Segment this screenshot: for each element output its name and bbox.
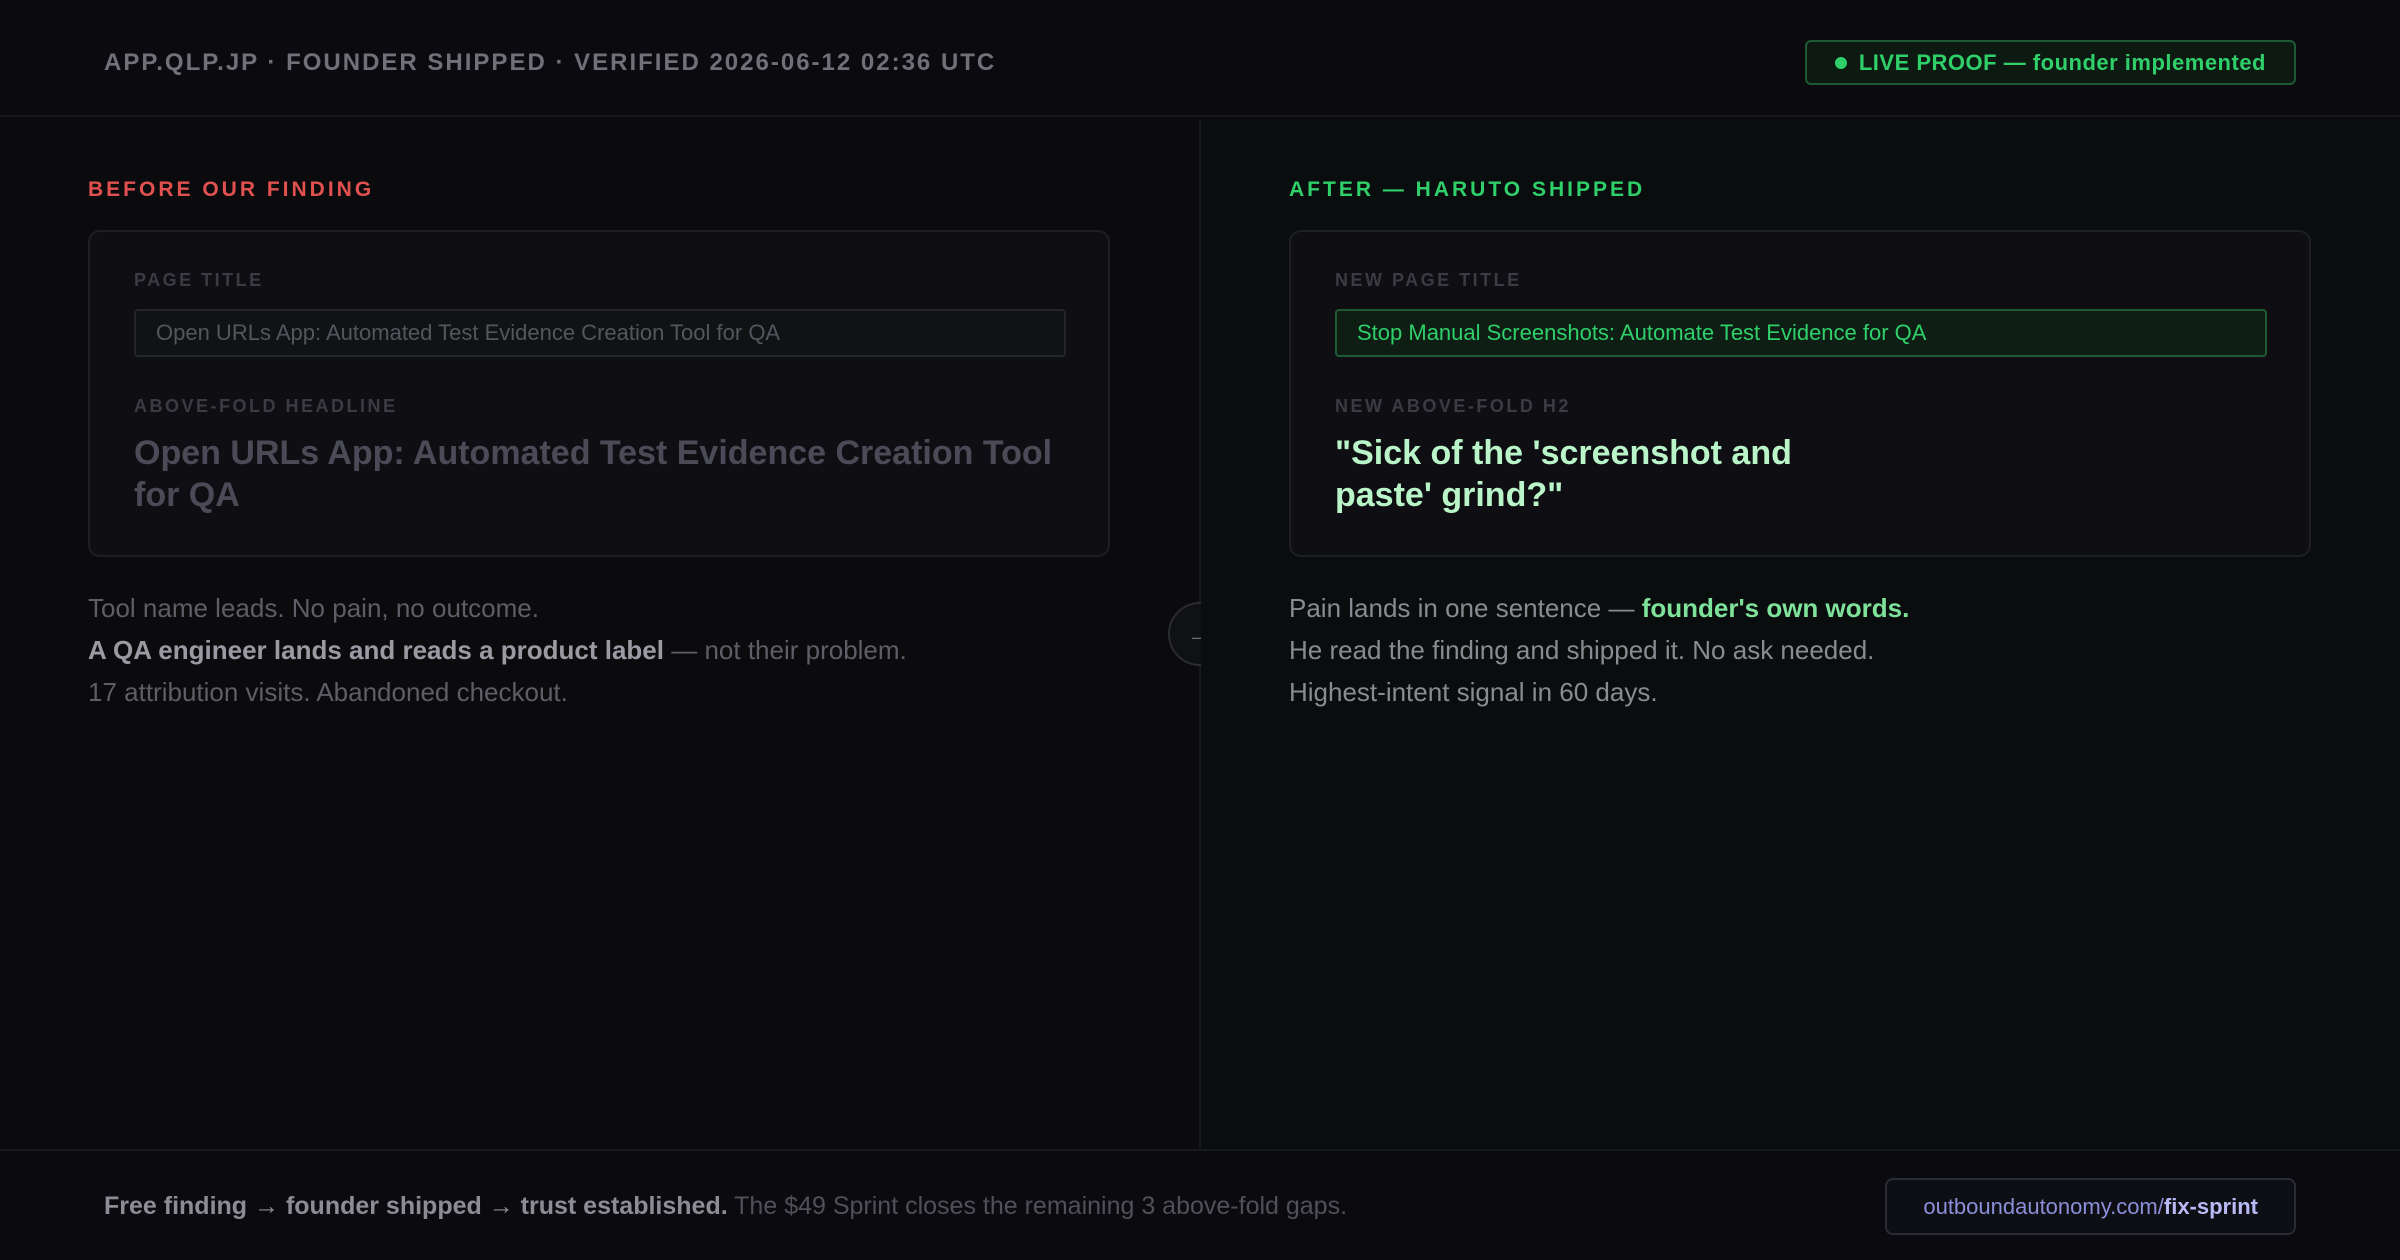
before-note-line-3: 17 attribution visits. Abandoned checkou… [88,677,568,707]
verification-meta: APP.QLP.JP · FOUNDER SHIPPED · VERIFIED … [104,49,997,76]
after-section-label: AFTER — HARUTO SHIPPED [1289,178,1646,201]
new-page-title-label: NEW PAGE TITLE [1335,270,1522,290]
after-note-start: Pain lands in one sentence — [1289,593,1642,623]
above-fold-headline-label: ABOVE-FOLD HEADLINE [134,396,398,416]
after-panel: AFTER — HARUTO SHIPPED NEW PAGE TITLE St… [1201,119,2400,1149]
after-note-line-2: He read the finding and shipped it. No a… [1289,635,1875,665]
before-section-label: BEFORE OUR FINDING [88,178,375,201]
new-page-title-value: Stop Manual Screenshots: Automate Test E… [1335,309,2267,357]
footer-summary-rest: The $49 Sprint closes the remaining 3 ab… [727,1192,1348,1220]
new-headline: "Sick of the 'screenshot and paste' grin… [1335,434,1792,514]
before-note-rest: — not their problem. [664,635,907,665]
old-page-title-value: Open URLs App: Automated Test Evidence C… [134,309,1066,357]
before-panel: BEFORE OUR FINDING PAGE TITLE Open URLs … [0,119,1199,1149]
cta-path: fix-sprint [2163,1193,2258,1219]
old-headline: Open URLs App: Automated Test Evidence C… [134,434,1053,514]
cta-domain: outboundautonomy.com/ [1923,1193,2164,1219]
page-title-label: PAGE TITLE [134,270,264,290]
before-note-line-2: A QA engineer lands and reads a product … [88,629,1128,671]
footer-summary: Free finding → founder shipped → trust e… [104,1192,1347,1221]
live-proof-badge: LIVE PROOF — founder implemented [1804,40,2296,85]
after-notes: Pain lands in one sentence — founder's o… [1289,587,2329,713]
before-note-emphasis: A QA engineer lands and reads a product … [88,635,664,665]
after-card: NEW PAGE TITLE Stop Manual Screenshots: … [1289,230,2311,557]
before-note-line-1: Tool name leads. No pain, no outcome. [88,593,539,623]
footer-bar: Free finding → founder shipped → trust e… [0,1149,2400,1260]
before-card: PAGE TITLE Open URLs App: Automated Test… [88,230,1110,557]
after-note-line-3: Highest-intent signal in 60 days. [1289,677,1658,707]
before-notes: Tool name leads. No pain, no outcome. A … [88,587,1128,713]
new-above-fold-h2-label: NEW ABOVE-FOLD H2 [1335,396,1571,416]
after-note-line-1: Pain lands in one sentence — founder's o… [1289,587,2329,629]
live-status-dot-icon [1834,56,1847,69]
fix-sprint-link[interactable]: outboundautonomy.com/fix-sprint [1885,1178,2296,1235]
after-note-emphasis: founder's own words. [1641,593,1910,623]
live-proof-label: LIVE PROOF — founder implemented [1858,49,2266,75]
footer-summary-bold: Free finding → founder shipped → trust e… [104,1192,728,1220]
header-bar: APP.QLP.JP · FOUNDER SHIPPED · VERIFIED … [0,0,2400,117]
